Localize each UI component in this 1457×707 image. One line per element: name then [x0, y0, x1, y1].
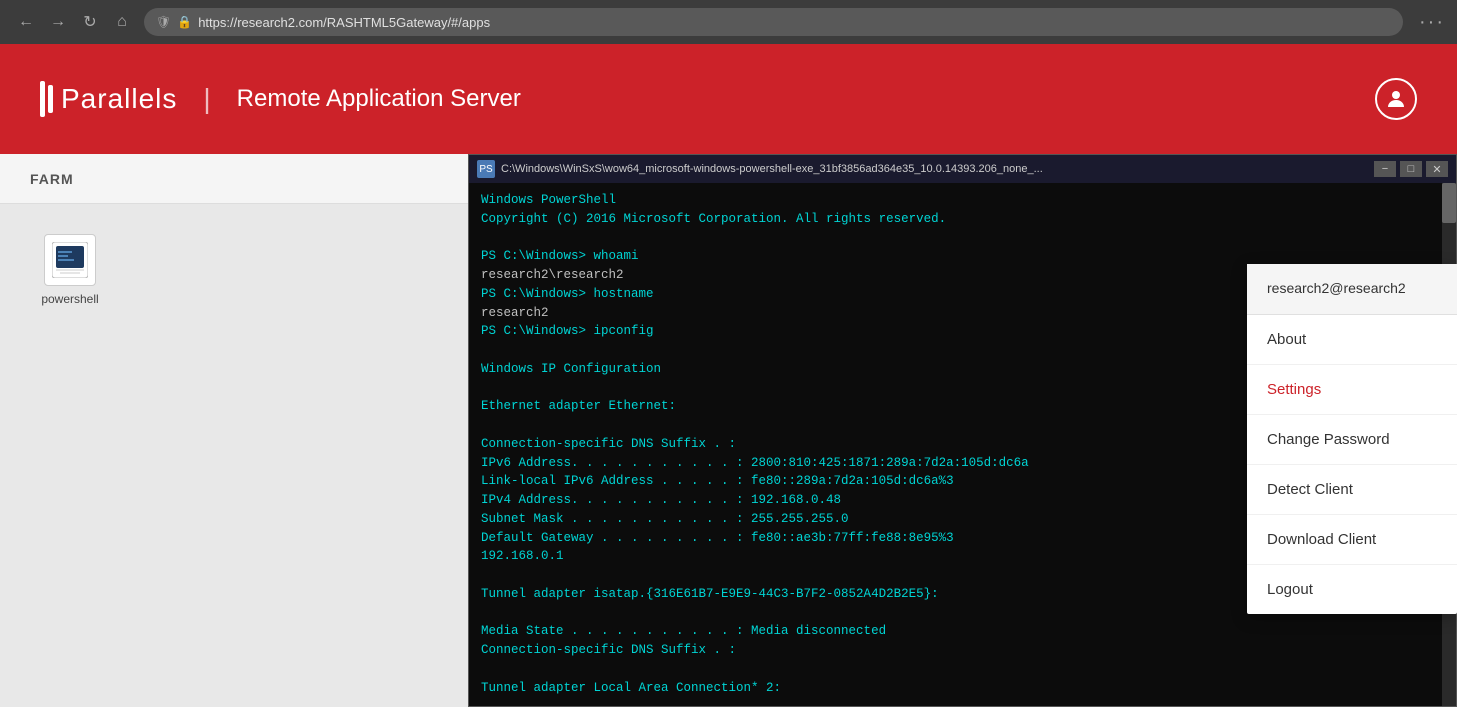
browser-chrome: ← → ↻ ⌂ 🛡 🔒 https://research2.com/RASHTM… — [0, 0, 1457, 44]
user-dropdown: research2@research2 AboutSettingsChange … — [1247, 264, 1457, 614]
shield-icon: 🛡 — [156, 15, 171, 29]
home-button[interactable]: ⌂ — [108, 8, 136, 36]
reload-button[interactable]: ↻ — [76, 8, 104, 36]
user-menu-button[interactable] — [1375, 78, 1417, 120]
farm-label: FARM — [30, 171, 74, 187]
address-bar[interactable]: 🛡 🔒 https://research2.com/RASHTML5Gatewa… — [144, 8, 1403, 36]
dropdown-item-settings[interactable]: Settings — [1247, 365, 1457, 415]
app-title: Remote Application Server — [237, 85, 521, 113]
logo-area: Parallels | Remote Application Server — [40, 81, 521, 117]
dropdown-item-detect-client[interactable]: Detect Client — [1247, 465, 1457, 515]
logo-bar-1 — [40, 81, 45, 117]
maximize-button[interactable]: □ — [1400, 161, 1422, 177]
logo-bar-2 — [48, 85, 53, 113]
url-text: https://research2.com/RASHTML5Gateway/#/… — [198, 15, 490, 30]
minimize-button[interactable]: − — [1374, 161, 1396, 177]
nav-buttons: ← → ↻ ⌂ — [12, 8, 136, 36]
dropdown-item-logout[interactable]: Logout — [1247, 565, 1457, 614]
dropdown-item-about[interactable]: About — [1247, 315, 1457, 365]
remote-title-text: C:\Windows\WinSxS\wow64_microsoft-window… — [501, 163, 1368, 175]
logo-bars — [40, 81, 53, 117]
user-avatar-icon — [1384, 87, 1408, 111]
app-header: Parallels | Remote Application Server — [0, 44, 1457, 154]
scrollbar-thumb[interactable] — [1442, 183, 1456, 223]
remote-app-icon: PS — [477, 160, 495, 178]
logo-divider: | — [203, 83, 210, 115]
window-controls: − □ ✕ — [1374, 161, 1448, 177]
dropdown-header: research2@research2 — [1247, 264, 1457, 315]
logo-name: Parallels — [61, 83, 177, 115]
remote-titlebar: PS C:\Windows\WinSxS\wow64_microsoft-win… — [469, 155, 1456, 183]
more-button[interactable]: ··· — [1419, 11, 1445, 34]
close-button[interactable]: ✕ — [1426, 161, 1448, 177]
forward-button[interactable]: → — [44, 8, 72, 36]
parallels-logo: Parallels — [40, 81, 177, 117]
app-item-powershell[interactable]: powershell — [30, 234, 110, 306]
dropdown-items: AboutSettingsChange PasswordDetect Clien… — [1247, 315, 1457, 614]
content-area: FARM powershell — [0, 154, 1457, 707]
dropdown-username: research2@research2 — [1267, 280, 1406, 296]
powershell-icon — [52, 242, 88, 278]
lock-icon: 🔒 — [177, 15, 192, 29]
dropdown-item-download-client[interactable]: Download Client — [1247, 515, 1457, 565]
dropdown-item-change-password[interactable]: Change Password — [1247, 415, 1457, 465]
app-icon-powershell — [44, 234, 96, 286]
back-button[interactable]: ← — [12, 8, 40, 36]
app-label-powershell: powershell — [41, 292, 98, 306]
